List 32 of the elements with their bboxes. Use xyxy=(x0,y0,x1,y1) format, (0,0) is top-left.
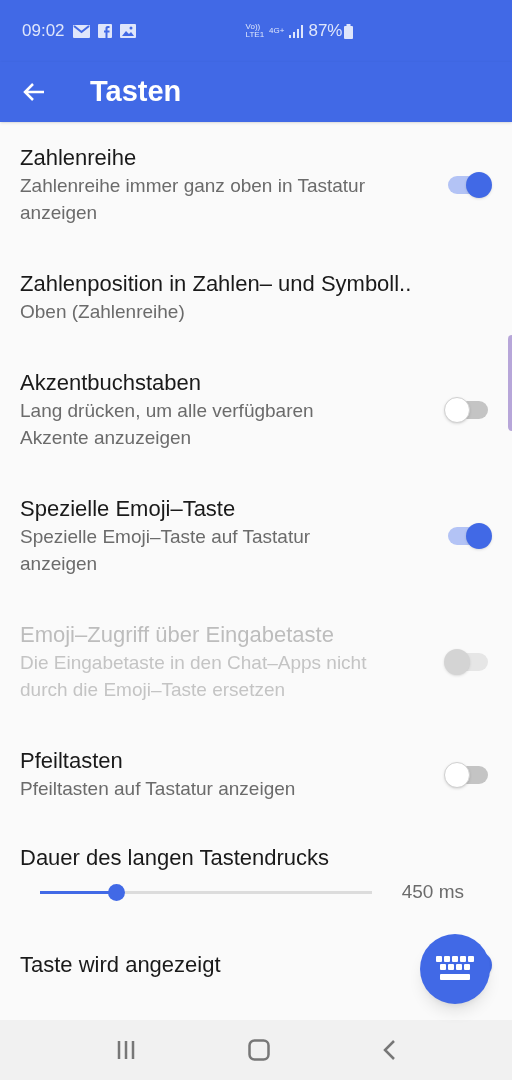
setting-summary: Spezielle Emoji–Taste auf Tastatur anzeigen xyxy=(20,525,312,576)
page-title: Tasten xyxy=(90,74,182,110)
battery-percent: 87% xyxy=(308,20,343,43)
setting-title: Dauer des langen Tastendrucks xyxy=(20,844,330,872)
setting-title: Pfeiltasten xyxy=(20,747,124,775)
keyboard-icon xyxy=(436,956,474,982)
setting-title: Akzentbuchstaben xyxy=(20,369,203,397)
network-label: LTE1 xyxy=(245,31,265,39)
setting-title: Zahlenreihe xyxy=(20,144,138,172)
slider-thumb[interactable] xyxy=(108,883,126,901)
back-arrow-icon[interactable] xyxy=(22,82,46,102)
f-square-icon xyxy=(97,24,112,38)
keyboard-fab[interactable] xyxy=(420,934,490,1004)
slider-value: 450 ms xyxy=(401,880,464,904)
setting-title: Zahlenposition in Zahlen– und Symboll.. xyxy=(20,270,413,298)
battery-icon xyxy=(344,23,354,39)
signal-icon xyxy=(289,24,304,38)
setting-title: Taste wird angezeigt xyxy=(20,950,222,979)
network-label: 4G+ xyxy=(269,25,285,37)
image-icon xyxy=(119,24,136,38)
status-time: 09:02 xyxy=(22,20,65,43)
network-label: Vo)) xyxy=(245,23,261,31)
back-icon[interactable] xyxy=(382,1039,396,1061)
setting-summary: Pfeiltasten auf Tastatur anzeigen xyxy=(20,777,297,801)
setting-summary: Oben (Zahlenreihe) xyxy=(20,300,186,324)
setting-summary: Zahlenreihe immer ganz oben in Tastatur anzeigen xyxy=(20,174,366,225)
home-icon[interactable] xyxy=(248,1039,270,1061)
setting-title: Emoji–Zugriff über Eingabetaste xyxy=(20,621,335,649)
setting-title: Spezielle Emoji–Taste xyxy=(20,495,237,523)
setting-summary: Lang drücken, um alle verfügbaren Akzente anzuzeigen xyxy=(20,399,315,450)
recent-apps-icon[interactable] xyxy=(116,1041,136,1059)
mail-icon xyxy=(72,24,90,38)
